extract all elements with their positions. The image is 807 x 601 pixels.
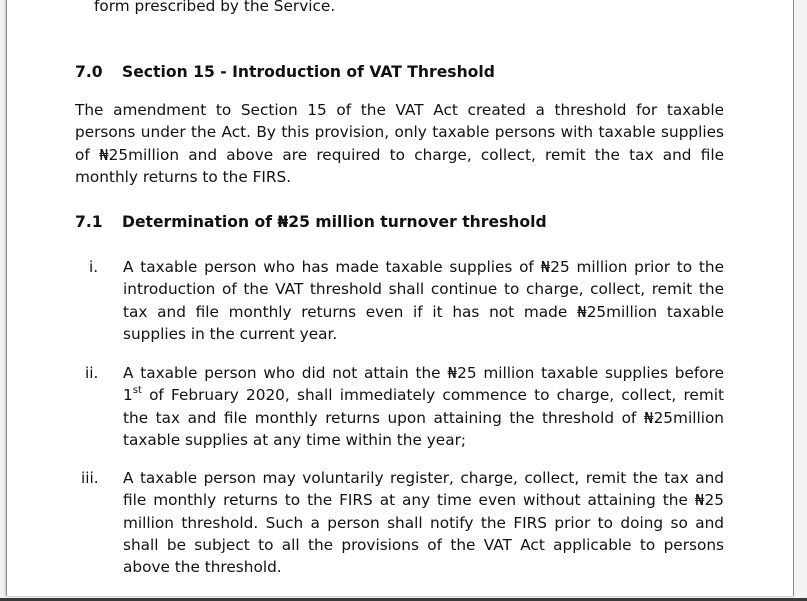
section-heading-7-1: 7.1 Determination of ₦25 million turnover… [75, 212, 547, 232]
section-title: Determination of ₦25 million turnover th… [122, 213, 547, 231]
list-item-text: A taxable person who has made taxable su… [123, 258, 724, 343]
list-item-text-part: of February 2020, shall immediately comm… [123, 386, 724, 449]
list-item: A taxable person who has made taxable su… [123, 256, 724, 345]
paragraph-text: The amendment to Section 15 of the VAT A… [75, 101, 724, 186]
section-heading-7-0: 7.0 Section 15 - Introduction of VAT Thre… [75, 62, 495, 82]
section-title: Section 15 - Introduction of VAT Thresho… [122, 63, 495, 81]
list-item-marker: iii. [81, 469, 99, 487]
list-item-text: A taxable person who did not attain the … [123, 362, 724, 451]
list-item: A taxable person who did not attain the … [123, 362, 724, 451]
document-viewer[interactable]: form prescribed by the Service. 7.0 Secti… [0, 0, 807, 601]
section-number: 7.1 [75, 213, 103, 231]
list-item-text: A taxable person may voluntarily registe… [123, 469, 724, 577]
viewer-gutter [794, 0, 807, 601]
list-item-marker: i. [89, 258, 99, 276]
section-7-0-paragraph: The amendment to Section 15 of the VAT A… [75, 99, 724, 188]
top-text-fragment: form prescribed by the Service. [94, 0, 336, 15]
list-item: A taxable person may voluntarily registe… [123, 467, 724, 578]
list-item-marker: ii. [85, 364, 99, 382]
ordinal-superscript: st [132, 385, 142, 397]
section-number: 7.0 [75, 63, 103, 81]
